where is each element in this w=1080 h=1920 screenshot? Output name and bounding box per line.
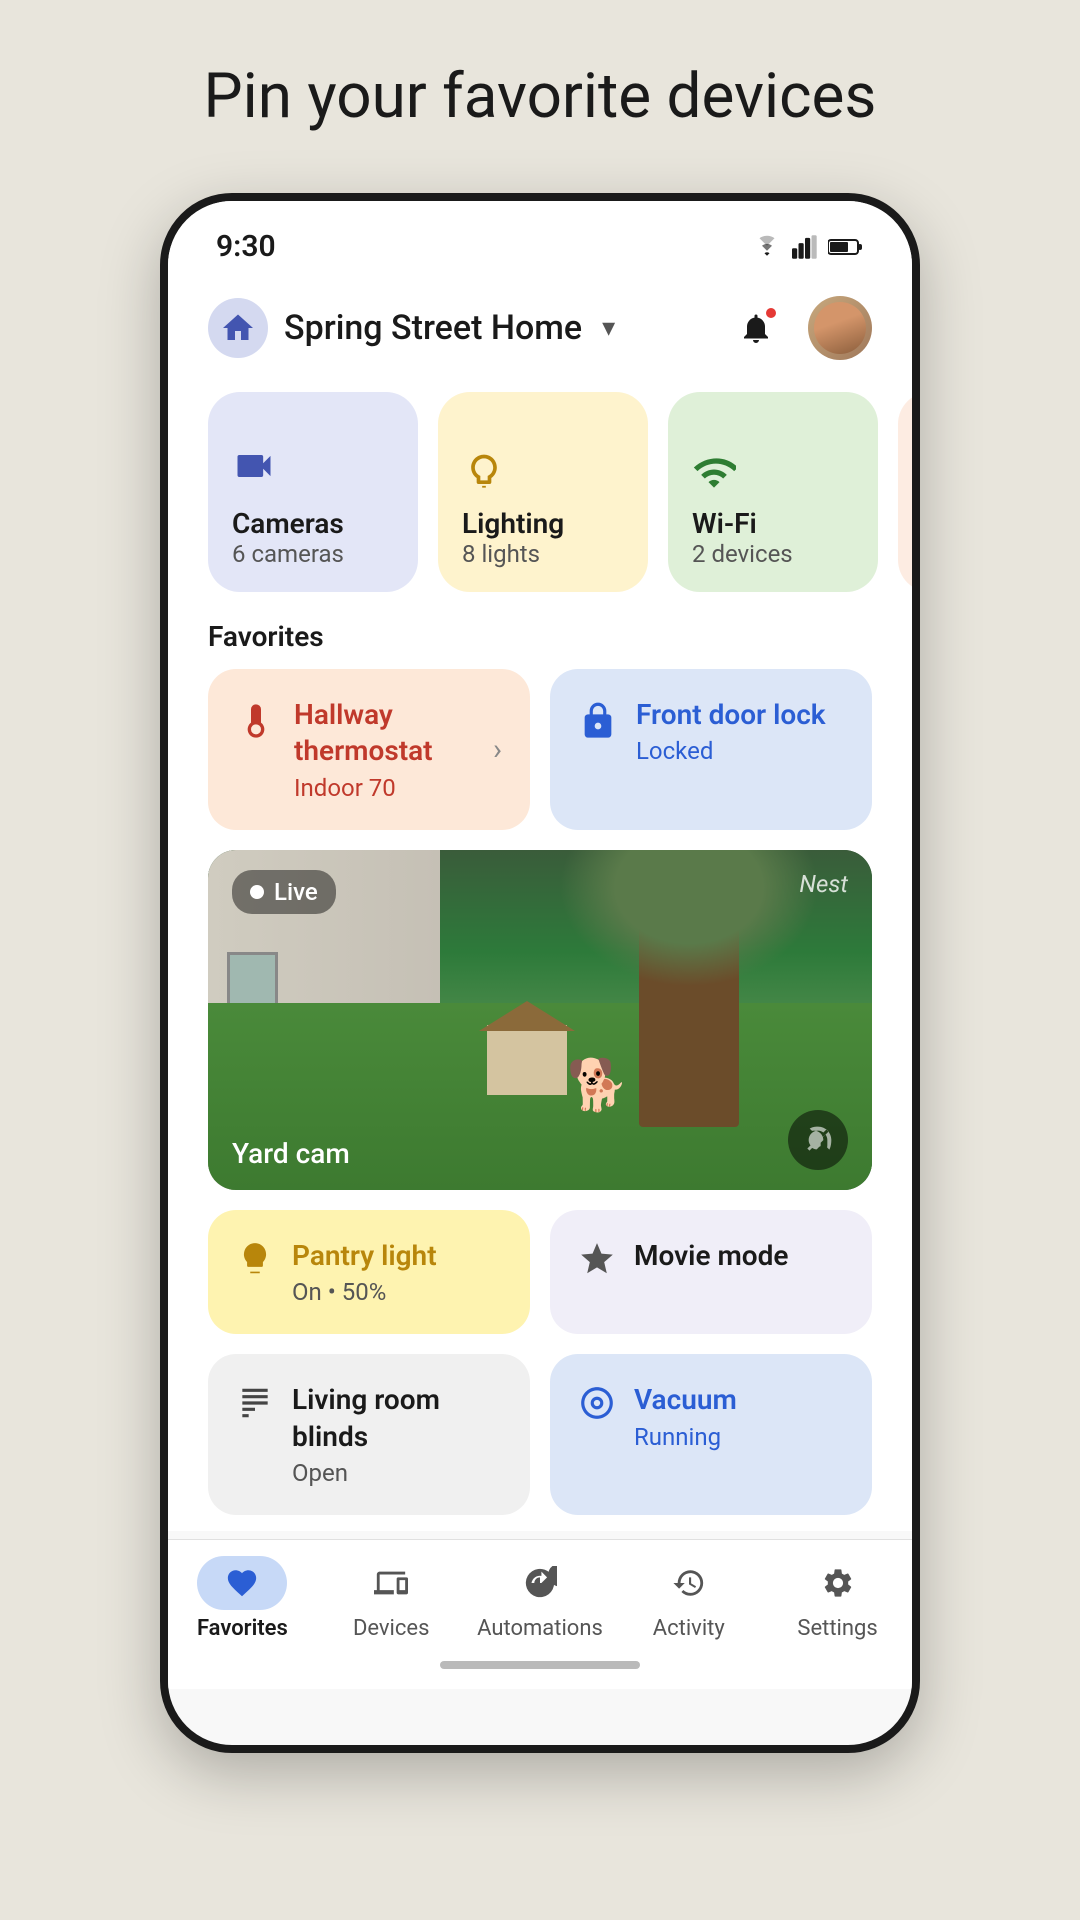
cameras-label: Cameras [232, 507, 394, 540]
notification-dot [764, 306, 778, 320]
live-indicator [250, 885, 264, 899]
nav-devices-icon-wrap [346, 1556, 436, 1610]
vacuum-icon [578, 1384, 616, 1432]
favorites-grid: Hallway thermostat Indoor 70 › Front doo… [168, 669, 912, 850]
blinds-icon [236, 1384, 274, 1432]
category-card-cameras[interactable]: Cameras 6 cameras [208, 392, 418, 592]
thermostat-card[interactable]: Hallway thermostat Indoor 70 › [208, 669, 530, 830]
nav-activity-label: Activity [653, 1616, 725, 1641]
blinds-card[interactable]: Living room blinds Open [208, 1354, 530, 1515]
nav-automations-label: Automations [477, 1616, 603, 1641]
thermostat-name: Hallway thermostat [294, 697, 475, 770]
lock-info: Front door lock Locked [636, 697, 844, 765]
camera-name-label: Yard cam [232, 1137, 350, 1170]
pantry-light-card[interactable]: Pantry light On • 50% [208, 1210, 530, 1334]
nav-settings-label: Settings [797, 1616, 877, 1641]
nav-item-automations[interactable]: Automations [466, 1556, 615, 1641]
category-card-wifi[interactable]: Wi-Fi 2 devices [668, 392, 878, 592]
nav-item-favorites[interactable]: Favorites [168, 1556, 317, 1641]
header-actions [728, 296, 872, 360]
nav-favorites-label: Favorites [197, 1616, 288, 1641]
thermostat-chevron-icon: › [493, 732, 502, 767]
notification-bell-button[interactable] [728, 300, 784, 356]
nav-activity-icon-wrap [644, 1556, 734, 1610]
nav-devices-label: Devices [353, 1616, 430, 1641]
category-card-extra[interactable] [898, 392, 912, 592]
lighting-label: Lighting [462, 507, 624, 540]
lighting-icon [462, 451, 624, 499]
blinds-info: Living room blinds Open [292, 1382, 502, 1487]
camera-off-button[interactable] [788, 1110, 848, 1170]
cameras-icon [232, 444, 394, 499]
pantry-info: Pantry light On • 50% [292, 1238, 437, 1306]
movie-name: Movie mode [634, 1238, 788, 1274]
thermostat-icon [236, 701, 276, 751]
vacuum-card[interactable]: Vacuum Running [550, 1354, 872, 1515]
settings-nav-icon [821, 1566, 855, 1600]
lighting-sub: 8 lights [462, 540, 624, 568]
thermostat-status: Indoor 70 [294, 774, 475, 802]
vacuum-name: Vacuum [634, 1382, 737, 1418]
thermostat-info: Hallway thermostat Indoor 70 [294, 697, 475, 802]
nav-item-activity[interactable]: Activity [614, 1556, 763, 1641]
nav-item-devices[interactable]: Devices [317, 1556, 466, 1641]
live-badge: Live [232, 870, 336, 914]
lock-card[interactable]: Front door lock Locked [550, 669, 872, 830]
camera-doghouse [487, 1025, 567, 1095]
wifi-sub: 2 devices [692, 540, 854, 568]
category-card-lighting[interactable]: Lighting 8 lights [438, 392, 648, 592]
phone-frame: 9:30 Spring Street Home ▾ [160, 193, 920, 1753]
home-selector[interactable]: Spring Street Home ▾ [208, 298, 615, 358]
app-content: Spring Street Home ▾ Cameras [168, 276, 912, 1531]
bottom-nav: Favorites Devices Automations Activity [168, 1539, 912, 1649]
movie-info: Movie mode [634, 1238, 788, 1274]
categories-row: Cameras 6 cameras Lighting 8 lights Wi-F… [168, 384, 912, 612]
app-header: Spring Street Home ▾ [168, 276, 912, 384]
page-title: Pin your favorite devices [204, 60, 877, 133]
lock-icon [578, 701, 618, 751]
vacuum-info: Vacuum Running [634, 1382, 737, 1450]
automations-nav-icon [523, 1566, 557, 1600]
nav-favorites-icon-wrap [197, 1556, 287, 1610]
wifi-icon [752, 235, 782, 259]
wifi-category-icon [692, 451, 854, 499]
camera-overlay-bottom: Yard cam [208, 1090, 872, 1190]
lock-name: Front door lock [636, 697, 844, 733]
camera-card[interactable]: 🐕 Live Nest Yard cam [208, 850, 872, 1190]
avatar[interactable] [808, 296, 872, 360]
favorites-section-label: Favorites [168, 612, 912, 669]
home-icon [208, 298, 268, 358]
cameras-sub: 6 cameras [232, 540, 394, 568]
avatar-image [814, 302, 866, 354]
battery-icon [828, 235, 864, 259]
nest-brand-label: Nest [799, 870, 848, 898]
status-icons [752, 235, 864, 259]
home-name-text: Spring Street Home [284, 308, 582, 348]
pantry-status: On • 50% [292, 1278, 437, 1306]
movie-mode-card[interactable]: Movie mode [550, 1210, 872, 1334]
home-bar [440, 1661, 640, 1669]
bottom-grid: Pantry light On • 50% Movie mode L [168, 1210, 912, 1531]
home-indicator [168, 1649, 912, 1689]
status-time: 9:30 [216, 229, 276, 264]
wifi-label: Wi-Fi [692, 507, 854, 540]
signal-icon [792, 235, 818, 259]
status-bar: 9:30 [168, 201, 912, 276]
camera-overlay-top: Live Nest [208, 850, 872, 934]
nav-item-settings[interactable]: Settings [763, 1556, 912, 1641]
movie-mode-icon [578, 1240, 616, 1288]
lock-status: Locked [636, 737, 844, 765]
home-chevron-icon: ▾ [602, 313, 615, 343]
pantry-name: Pantry light [292, 1238, 437, 1274]
nav-automations-icon-wrap [495, 1556, 585, 1610]
blinds-name: Living room blinds [292, 1382, 502, 1455]
favorites-nav-icon [225, 1566, 259, 1600]
blinds-status: Open [292, 1459, 502, 1487]
activity-nav-icon [672, 1566, 706, 1600]
pantry-icon [236, 1240, 274, 1288]
nav-settings-icon-wrap [793, 1556, 883, 1610]
live-label: Live [274, 878, 318, 906]
devices-nav-icon [374, 1566, 408, 1600]
vacuum-status: Running [634, 1423, 737, 1451]
